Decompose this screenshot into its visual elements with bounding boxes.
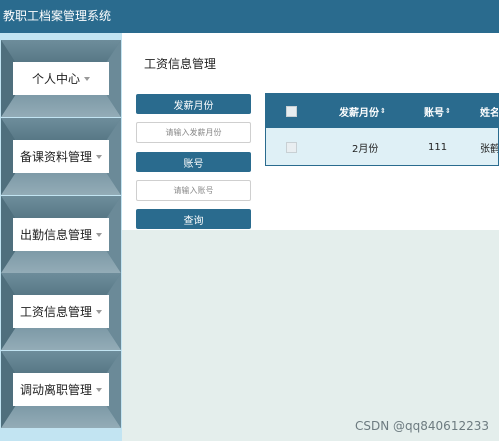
sort-icon: ⇕ xyxy=(380,106,386,115)
sidebar-item-personal-center[interactable]: 个人中心 xyxy=(1,40,121,117)
app-title: 教职工档案管理系统 xyxy=(3,9,112,23)
row-checkbox[interactable] xyxy=(286,141,297,153)
sidebar-item-lesson-materials[interactable]: 备课资料管理 xyxy=(1,118,121,195)
caret-down-icon xyxy=(96,309,102,314)
cell-account: 111 xyxy=(428,141,448,153)
caret-down-icon xyxy=(96,387,102,392)
account-filter-label: 账号 xyxy=(136,152,251,172)
month-input[interactable]: 请输入发薪月份 xyxy=(136,122,251,143)
month-filter-label: 发薪月份 xyxy=(136,94,251,114)
cell-month: 2月份 xyxy=(352,143,379,155)
top-bar: 教职工档案管理系统 xyxy=(0,0,499,33)
search-button[interactable]: 查询 xyxy=(136,209,251,229)
caret-down-icon xyxy=(96,232,102,237)
column-header-name[interactable]: 姓名 xyxy=(480,94,498,128)
sidebar-item-salary[interactable]: 工资信息管理 xyxy=(1,273,121,350)
sidebar-item-label: 个人中心 xyxy=(13,62,109,95)
sidebar-item-label: 调动离职管理 xyxy=(13,373,109,406)
sidebar-item-label: 备课资料管理 xyxy=(13,140,109,173)
caret-down-icon xyxy=(96,154,102,159)
table-header: 发薪月份 ⇕ 账号 ⇕ 姓名 xyxy=(266,94,498,128)
sidebar-item-label: 出勤信息管理 xyxy=(13,218,109,251)
account-input[interactable]: 请输入账号 xyxy=(136,180,251,201)
cell-name: 张鹤 xyxy=(480,143,499,155)
column-header-month[interactable]: 发薪月份 ⇕ xyxy=(339,94,386,128)
caret-down-icon xyxy=(84,76,90,81)
salary-table: 发薪月份 ⇕ 账号 ⇕ 姓名 2月份 111 张鹤 xyxy=(265,93,499,166)
sort-icon: ⇕ xyxy=(445,106,451,115)
sidebar-item-attendance[interactable]: 出勤信息管理 xyxy=(1,196,121,273)
select-all-checkbox[interactable] xyxy=(286,105,297,117)
sidebar-item-transfer-resignation[interactable]: 调动离职管理 xyxy=(1,351,121,428)
sidebar: 个人中心 备课资料管理 出勤信息管理 工资信息管理 调动离职管理 xyxy=(0,33,122,441)
column-header-account[interactable]: 账号 ⇕ xyxy=(424,94,451,128)
table-row[interactable]: 2月份 111 张鹤 xyxy=(266,128,499,165)
watermark: CSDN @qq840612233 xyxy=(355,419,489,433)
page-title: 工资信息管理 xyxy=(144,57,217,71)
sidebar-item-label: 工资信息管理 xyxy=(13,295,109,328)
